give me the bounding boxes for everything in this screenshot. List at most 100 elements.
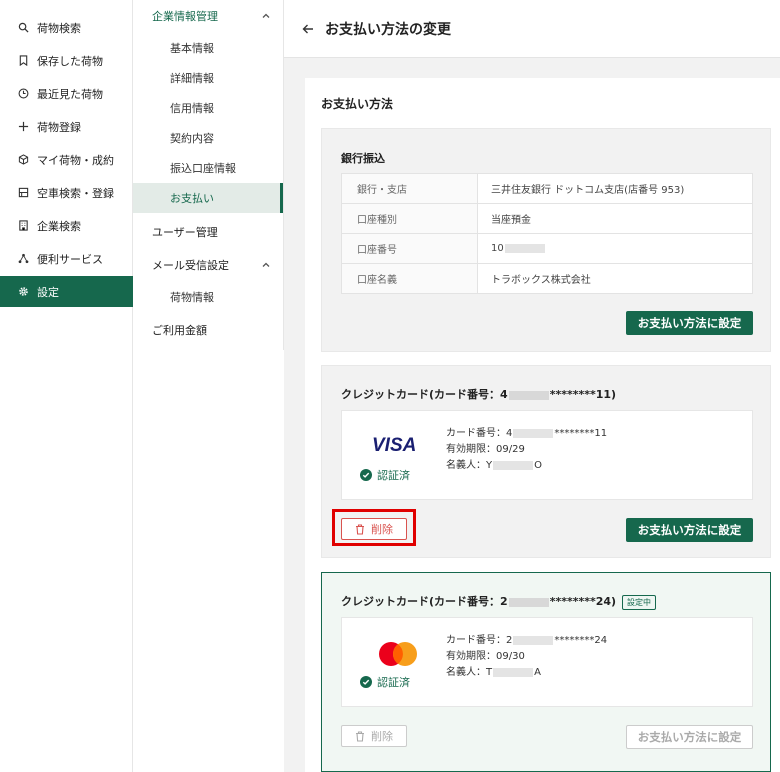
- subnav-usage-amount[interactable]: ご利用金額: [133, 314, 283, 346]
- nav-item-label: マイ荷物・成約: [37, 153, 114, 167]
- card-title-prefix: クレジットカード(カード番号：4: [341, 388, 508, 401]
- bank-transfer-card: 銀行振込 銀行・支店 三井住友銀行 ドットコム支店(店番号 953) 口座種別 当座…: [321, 128, 771, 352]
- table-row: 銀行・支店 三井住友銀行 ドットコム支店(店番号 953): [341, 173, 753, 204]
- nav-item-cargo-search[interactable]: 荷物検索: [0, 12, 133, 43]
- table-value: トラボックス株式会社: [477, 263, 753, 294]
- subnav-mail-settings-toggle[interactable]: メール受信設定: [133, 249, 283, 281]
- subnav-item-label: 信用情報: [170, 102, 214, 115]
- subnav-item-label: 詳細情報: [170, 72, 214, 85]
- table-key: 銀行・支店: [341, 173, 478, 204]
- table-row: 口座名義 トラボックス株式会社: [341, 263, 753, 294]
- active-badge: 設定中: [622, 594, 657, 610]
- trash-icon: [356, 730, 364, 742]
- subnav-company-info-toggle[interactable]: 企業情報管理: [133, 0, 283, 32]
- gear-icon: [17, 286, 29, 298]
- masked-text: [493, 460, 534, 470]
- card-number: カード番号：4 ********11: [446, 426, 607, 442]
- bank-transfer-title: 銀行振込: [341, 152, 385, 165]
- plus-icon: [17, 121, 29, 133]
- search-icon: [17, 22, 29, 34]
- back-arrow-icon[interactable]: [301, 22, 315, 36]
- card-expiry: 有効期限：09/29: [446, 444, 525, 455]
- subnav-item-label: 基本情報: [170, 42, 214, 55]
- card-detail-box: 認証済 カード番号：2 ********24 有効期限：09/30 名義人：T A: [341, 617, 753, 707]
- subnav-item-label: お支払い: [170, 192, 214, 205]
- payment-method-panel: お支払い方法 銀行振込 銀行・支店 三井住友銀行 ドットコム支店(店番号 953)…: [305, 78, 780, 772]
- subnav-item-detail-info[interactable]: 詳細情報: [133, 63, 283, 93]
- chevron-up-icon: [262, 13, 270, 18]
- nav-item-cargo-register[interactable]: 荷物登録: [0, 111, 133, 142]
- bookmark-icon: [17, 55, 29, 67]
- nav-item-services[interactable]: 便利サービス: [0, 243, 133, 274]
- subnav-item-contract[interactable]: 契約内容: [133, 123, 283, 153]
- card-number-prefix: カード番号：2: [446, 635, 513, 646]
- masked-text: [508, 597, 549, 607]
- subnav-item-transfer-account[interactable]: 振込口座情報: [133, 153, 283, 183]
- table-key: 口座種別: [341, 203, 478, 234]
- card-holder: 名義人：T A: [446, 665, 541, 681]
- set-payment-method-button[interactable]: お支払い方法に設定: [626, 518, 753, 542]
- table-value: 三井住友銀行 ドットコム支店(店番号 953): [477, 173, 753, 204]
- nav-item-truck-search[interactable]: 空車検索・登録: [0, 177, 133, 208]
- masked-text: [513, 428, 554, 438]
- box-icon: [17, 154, 29, 166]
- subnav-item-cargo-info[interactable]: 荷物情報: [133, 282, 283, 312]
- truck-icon: [17, 187, 29, 199]
- nav-item-label: 設定: [37, 285, 59, 299]
- verified-status: 認証済: [360, 674, 410, 690]
- subnav-item-label: 契約内容: [170, 132, 214, 145]
- clock-icon: [17, 88, 29, 100]
- building-icon: [17, 220, 29, 232]
- card-title-prefix: クレジットカード(カード番号：2: [341, 595, 508, 608]
- nav-item-label: 便利サービス: [37, 252, 103, 266]
- chevron-up-icon: [262, 262, 270, 267]
- masked-text: [513, 635, 554, 645]
- nav-item-recent-cargo[interactable]: 最近見た荷物: [0, 78, 133, 109]
- card-number-suffix: ********24: [554, 635, 608, 646]
- nav-item-label: 空車検索・登録: [37, 186, 114, 200]
- delete-label: 削除: [371, 730, 393, 743]
- verified-status: 認証済: [360, 467, 410, 483]
- card-holder-prefix: 名義人：Y: [446, 460, 493, 471]
- visa-logo-text: VISA: [372, 435, 416, 453]
- nav-item-company-search[interactable]: 企業検索: [0, 210, 133, 241]
- card-holder-prefix: 名義人：T: [446, 667, 493, 678]
- table-row: 口座番号 10: [341, 233, 753, 264]
- card-holder-suffix: O: [534, 460, 542, 471]
- section-title: お支払い方法: [321, 97, 394, 111]
- credit-card-title: クレジットカード(カード番号：2 ********24) 設定中: [341, 593, 657, 610]
- card-number: カード番号：2 ********24: [446, 633, 607, 649]
- page-header: お支払い方法の変更: [284, 0, 780, 58]
- mastercard-logo-icon: [379, 642, 417, 666]
- subnav-item-credit-info[interactable]: 信用情報: [133, 93, 283, 123]
- subnav-user-management[interactable]: ユーザー管理: [133, 216, 283, 248]
- credit-card-mastercard: クレジットカード(カード番号：2 ********24) 設定中 認証済 カード番号…: [321, 572, 771, 772]
- subnav-item-label: 振込口座情報: [170, 162, 236, 175]
- subnav-item-label: 荷物情報: [170, 291, 214, 304]
- nav-item-label: 保存した荷物: [37, 54, 103, 68]
- set-payment-method-button[interactable]: お支払い方法に設定: [626, 311, 753, 335]
- check-circle-icon: [360, 676, 372, 688]
- nav-item-label: 荷物登録: [37, 120, 81, 134]
- network-icon: [17, 253, 29, 265]
- verified-label: 認証済: [377, 469, 410, 482]
- table-value: 10: [477, 233, 753, 264]
- settings-subnav: 企業情報管理 基本情報 詳細情報 信用情報 契約内容 振込口座情報 お支払い ユ…: [133, 0, 284, 350]
- card-number-prefix: カード番号：4: [446, 428, 513, 439]
- subnav-header-label: ご利用金額: [152, 324, 207, 337]
- bank-info-table: 銀行・支店 三井住友銀行 ドットコム支店(店番号 953) 口座種別 当座預金 口座…: [341, 173, 753, 294]
- visa-logo-icon: VISA: [372, 435, 416, 453]
- card-title-suffix: ********11): [549, 388, 617, 401]
- nav-item-saved-cargo[interactable]: 保存した荷物: [0, 45, 133, 76]
- card-holder-suffix: A: [534, 667, 541, 678]
- card-detail-box: VISA 認証済 カード番号：4 ********11 有効期限：09/29 名義…: [341, 410, 753, 500]
- subnav-item-payment[interactable]: お支払い: [133, 183, 283, 213]
- table-key: 口座番号: [341, 233, 478, 264]
- card-expiry: 有効期限：09/30: [446, 651, 525, 662]
- masked-text: [493, 667, 534, 677]
- nav-item-my-cargo[interactable]: マイ荷物・成約: [0, 144, 133, 175]
- subnav-header-label: メール受信設定: [152, 259, 229, 272]
- set-payment-method-button-disabled: お支払い方法に設定: [626, 725, 753, 749]
- nav-item-settings[interactable]: 設定: [0, 276, 133, 307]
- subnav-item-basic-info[interactable]: 基本情報: [133, 33, 283, 63]
